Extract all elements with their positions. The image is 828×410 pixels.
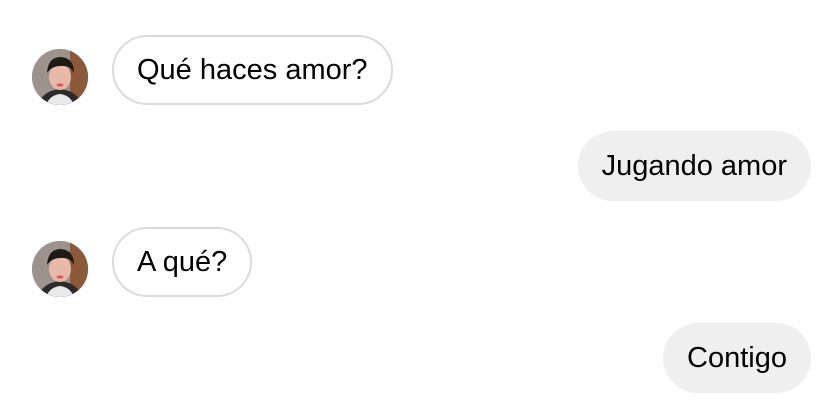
message-text: Contigo [687, 341, 787, 374]
message-row-outgoing: Jugando amor [0, 131, 828, 203]
message-text: A qué? [137, 245, 228, 278]
outgoing-message-bubble[interactable]: Jugando amor [577, 131, 811, 201]
avatar-photo-icon [32, 49, 88, 105]
message-row-incoming: Qué haces amor? [0, 35, 828, 107]
incoming-message-bubble[interactable]: Qué haces amor? [112, 35, 393, 105]
outgoing-message-bubble[interactable]: Contigo [663, 323, 811, 393]
message-text: Jugando amor [601, 149, 787, 182]
message-text: Qué haces amor? [137, 53, 368, 86]
contact-avatar[interactable] [32, 241, 88, 297]
message-row-incoming: A qué? [0, 227, 828, 299]
avatar-photo-icon [32, 241, 88, 297]
message-row-outgoing: Contigo [0, 323, 828, 395]
contact-avatar[interactable] [32, 49, 88, 105]
incoming-message-bubble[interactable]: A qué? [112, 227, 253, 297]
